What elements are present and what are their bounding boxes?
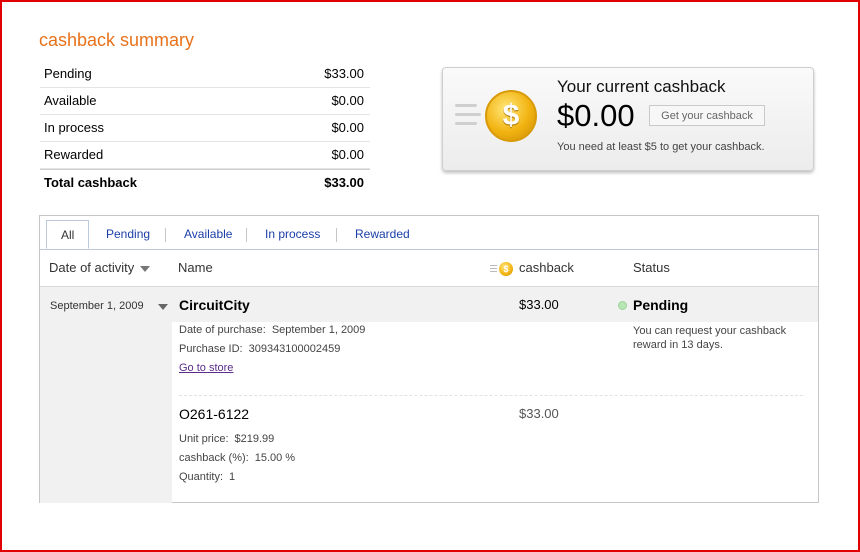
summary-total-label: Total cashback (44, 175, 137, 190)
speed-lines-decoration (490, 263, 497, 274)
summary-value: $33.00 (324, 66, 364, 81)
dollar-coin-icon: $ (499, 261, 513, 276)
go-to-store-link[interactable]: Go to store (179, 362, 233, 374)
summary-label: Rewarded (44, 147, 104, 162)
tab-pending[interactable]: Pending (106, 220, 150, 249)
summary-row-available: Available $0.00 (40, 88, 370, 115)
store-name: CircuitCity (179, 297, 250, 313)
activity-box: All Pending Available In process Rewarde… (39, 215, 819, 503)
filter-tabs: All Pending Available In process Rewarde… (40, 216, 818, 250)
tab-available[interactable]: Available (184, 220, 232, 249)
cashback-percent: cashback (%): 15.00 % (179, 452, 296, 464)
speed-lines-decoration (455, 104, 481, 131)
activity-cashback-amount: $33.00 (519, 297, 559, 312)
tab-separator (246, 228, 247, 242)
tab-rewarded[interactable]: Rewarded (355, 220, 410, 249)
col-cashback-header: $ cashback (490, 260, 574, 276)
current-cashback-amount: $0.00 (557, 98, 635, 133)
summary-row-total: Total cashback $33.00 (40, 169, 370, 196)
col-cashback-label: cashback (519, 260, 574, 275)
summary-row-pending: Pending $33.00 (40, 61, 370, 88)
unit-price: Unit price: $219.99 (179, 433, 275, 445)
summary-row-rewarded: Rewarded $0.00 (40, 142, 370, 169)
current-cashback-title: Your current cashback (557, 77, 726, 96)
col-date-label: Date of activity (49, 260, 135, 275)
activity-date: September 1, 2009 (50, 300, 144, 312)
summary-label: Pending (44, 66, 92, 81)
date-of-purchase: Date of purchase: September 1, 2009 (179, 324, 366, 336)
summary-label: In process (44, 120, 104, 135)
tab-separator (165, 228, 166, 242)
sort-caret-icon (140, 265, 151, 272)
get-cashback-button[interactable]: Get your cashback (649, 105, 765, 126)
col-status-label: Status (633, 260, 670, 275)
page-title: cashback summary (39, 30, 195, 50)
summary-label: Available (44, 93, 97, 108)
item-divider (179, 395, 803, 396)
chevron-down-icon[interactable] (158, 304, 168, 310)
summary-table: Pending $33.00 Available $0.00 In proces… (40, 61, 370, 196)
minimum-note: You need at least $5 to get your cashbac… (557, 141, 765, 153)
status-note: You can request your cashback reward in … (633, 325, 787, 351)
dollar-coin-icon: $ (485, 90, 537, 142)
item-cashback-amount: $33.00 (519, 406, 559, 421)
summary-value: $0.00 (331, 147, 364, 162)
purchase-id: Purchase ID: 309343100002459 (179, 343, 341, 355)
summary-total-value: $33.00 (324, 175, 364, 190)
sort-date-of-activity[interactable]: Date of activity (49, 260, 151, 275)
status-dot-icon (618, 301, 627, 310)
summary-value: $0.00 (331, 120, 364, 135)
summary-value: $0.00 (331, 93, 364, 108)
tab-all[interactable]: All (46, 220, 90, 249)
current-cashback-panel: $ Your current cashback $0.00 Get your c… (442, 67, 814, 171)
activity-row: September 1, 2009 CircuitCity $33.00 Pen… (40, 286, 818, 503)
tab-in-process[interactable]: In process (265, 220, 320, 249)
product-name: O261-6122 (179, 406, 250, 422)
tab-separator (336, 228, 337, 242)
col-name-label: Name (178, 260, 213, 275)
summary-row-in-process: In process $0.00 (40, 115, 370, 142)
status-badge: Pending (633, 297, 689, 313)
quantity: Quantity: 1 (179, 471, 236, 483)
